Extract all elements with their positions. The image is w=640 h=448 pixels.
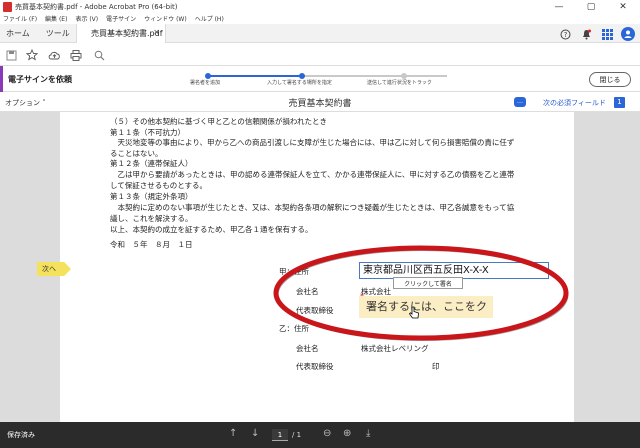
- contract-line: 乙は甲から要請があったときは、甲の認める連帯保証人を立て、かかる連帯保証人に、甲…: [110, 170, 515, 179]
- e-sign-request-bar: 電子サインを依頼 署名者を追加 入力して署名する場所を指定 送信して進行状況をト…: [0, 66, 640, 92]
- zoom-out-icon[interactable]: ⊖: [323, 428, 331, 439]
- seal-mark: 印: [432, 362, 440, 371]
- tab-bar: ホーム ツール 売買基本契約書.pdf ✕: [0, 24, 640, 43]
- window-title: 売買基本契約書.pdf - Adobe Acrobat Pro (64-bit): [15, 2, 178, 11]
- next-page-icon[interactable]: ↓: [251, 428, 259, 439]
- apps-grid-icon[interactable]: [600, 27, 614, 41]
- contract-line: （５）その他本契約に基づく甲と乙との信頼関係が損われたとき: [110, 117, 328, 126]
- tab-home[interactable]: ホーム: [6, 28, 30, 39]
- status-bar: 保存済み ↑ ↓ 1 / 1 ⊖ ⊕ ⤓: [0, 422, 640, 448]
- close-window-button[interactable]: ✕: [608, 0, 638, 13]
- next-required-field-link[interactable]: 次の必須フィールド: [543, 98, 606, 108]
- highlight-ellipse: [273, 245, 569, 341]
- menu-bar: ファイル (F) 編集 (E) 表示 (V) 電子サイン ウィンドウ (W) ヘ…: [0, 13, 640, 24]
- contract-line: 本契約に定めのない事項が生じたとき、又は、本契約各条項の解釈につき疑義が生じたと…: [110, 203, 515, 212]
- save-icon[interactable]: [3, 47, 19, 63]
- e-sign-accent: [0, 66, 3, 92]
- menu-edit[interactable]: 編集 (E): [45, 14, 67, 23]
- page-number-input[interactable]: 1: [272, 429, 288, 441]
- download-icon[interactable]: ⤓: [366, 428, 370, 439]
- contract-line: 以上、本契約の成立を証するため、甲乙各１通を保有する。: [110, 225, 313, 234]
- required-count-badge: 1: [614, 97, 625, 108]
- e-sign-label: 電子サインを依頼: [8, 75, 72, 84]
- step-add-signers[interactable]: 署名者を追加: [190, 79, 220, 86]
- menu-view[interactable]: 表示 (V): [75, 14, 98, 23]
- contract-date: 令和 ５年 ８月 １日: [110, 240, 193, 249]
- tab-document[interactable]: 売買基本契約書.pdf ✕: [76, 24, 166, 43]
- prev-page-icon[interactable]: ↑: [229, 428, 237, 439]
- contract-line: 天災地変等の事由により、甲から乙への商品引渡しに支障が生じた場合には、甲は乙に対…: [110, 138, 515, 147]
- menu-window[interactable]: ウィンドウ (W): [144, 14, 187, 23]
- menu-help[interactable]: ヘルプ (H): [195, 14, 224, 23]
- page-total: / 1: [292, 431, 302, 439]
- tab-document-label: 売買基本契約書.pdf: [91, 29, 163, 38]
- bookmark-star-icon[interactable]: [24, 47, 40, 63]
- hand-cursor-icon: [408, 306, 419, 319]
- user-avatar[interactable]: [621, 27, 635, 41]
- save-status: 保存済み: [7, 431, 35, 439]
- help-icon[interactable]: ?: [558, 27, 572, 41]
- contract-line: 議し、これを解決する。: [110, 214, 193, 223]
- contract-line: 第１３条（規定外条項）: [110, 192, 193, 201]
- step-place-fields[interactable]: 入力して署名する場所を指定: [267, 79, 332, 86]
- search-icon[interactable]: [91, 47, 107, 63]
- next-field-tag[interactable]: 次へ: [37, 262, 71, 276]
- maximize-button[interactable]: ▢: [576, 0, 606, 13]
- acrobat-app-icon: [3, 1, 12, 12]
- menu-esign[interactable]: 電子サイン: [106, 14, 136, 23]
- close-button[interactable]: 閉じる: [589, 72, 631, 87]
- toolbar: [0, 43, 640, 66]
- comment-icon[interactable]: …: [514, 97, 526, 107]
- menu-file[interactable]: ファイル (F): [3, 14, 37, 23]
- document-header: オプション ˅ 売買基本契約書 … 次の必須フィールド 1: [0, 92, 640, 112]
- notification-bell-icon[interactable]: [579, 27, 593, 41]
- contract-line: して保証させるものとする。: [110, 181, 208, 190]
- close-tab-icon[interactable]: ✕: [153, 28, 160, 37]
- cloud-upload-icon[interactable]: [46, 47, 62, 63]
- minimize-button[interactable]: —: [544, 0, 574, 13]
- print-icon[interactable]: [68, 47, 84, 63]
- contract-line: 第１２条（連帯保証人）: [110, 159, 193, 168]
- zoom-in-icon[interactable]: ⊕: [343, 428, 351, 439]
- tab-tools[interactable]: ツール: [46, 28, 70, 39]
- steps-progress: [207, 75, 447, 77]
- svg-text:?: ?: [563, 31, 567, 39]
- representative-label-b: 代表取締役: [296, 362, 334, 371]
- step-send-track[interactable]: 送信して進行状況をトラック: [367, 79, 432, 86]
